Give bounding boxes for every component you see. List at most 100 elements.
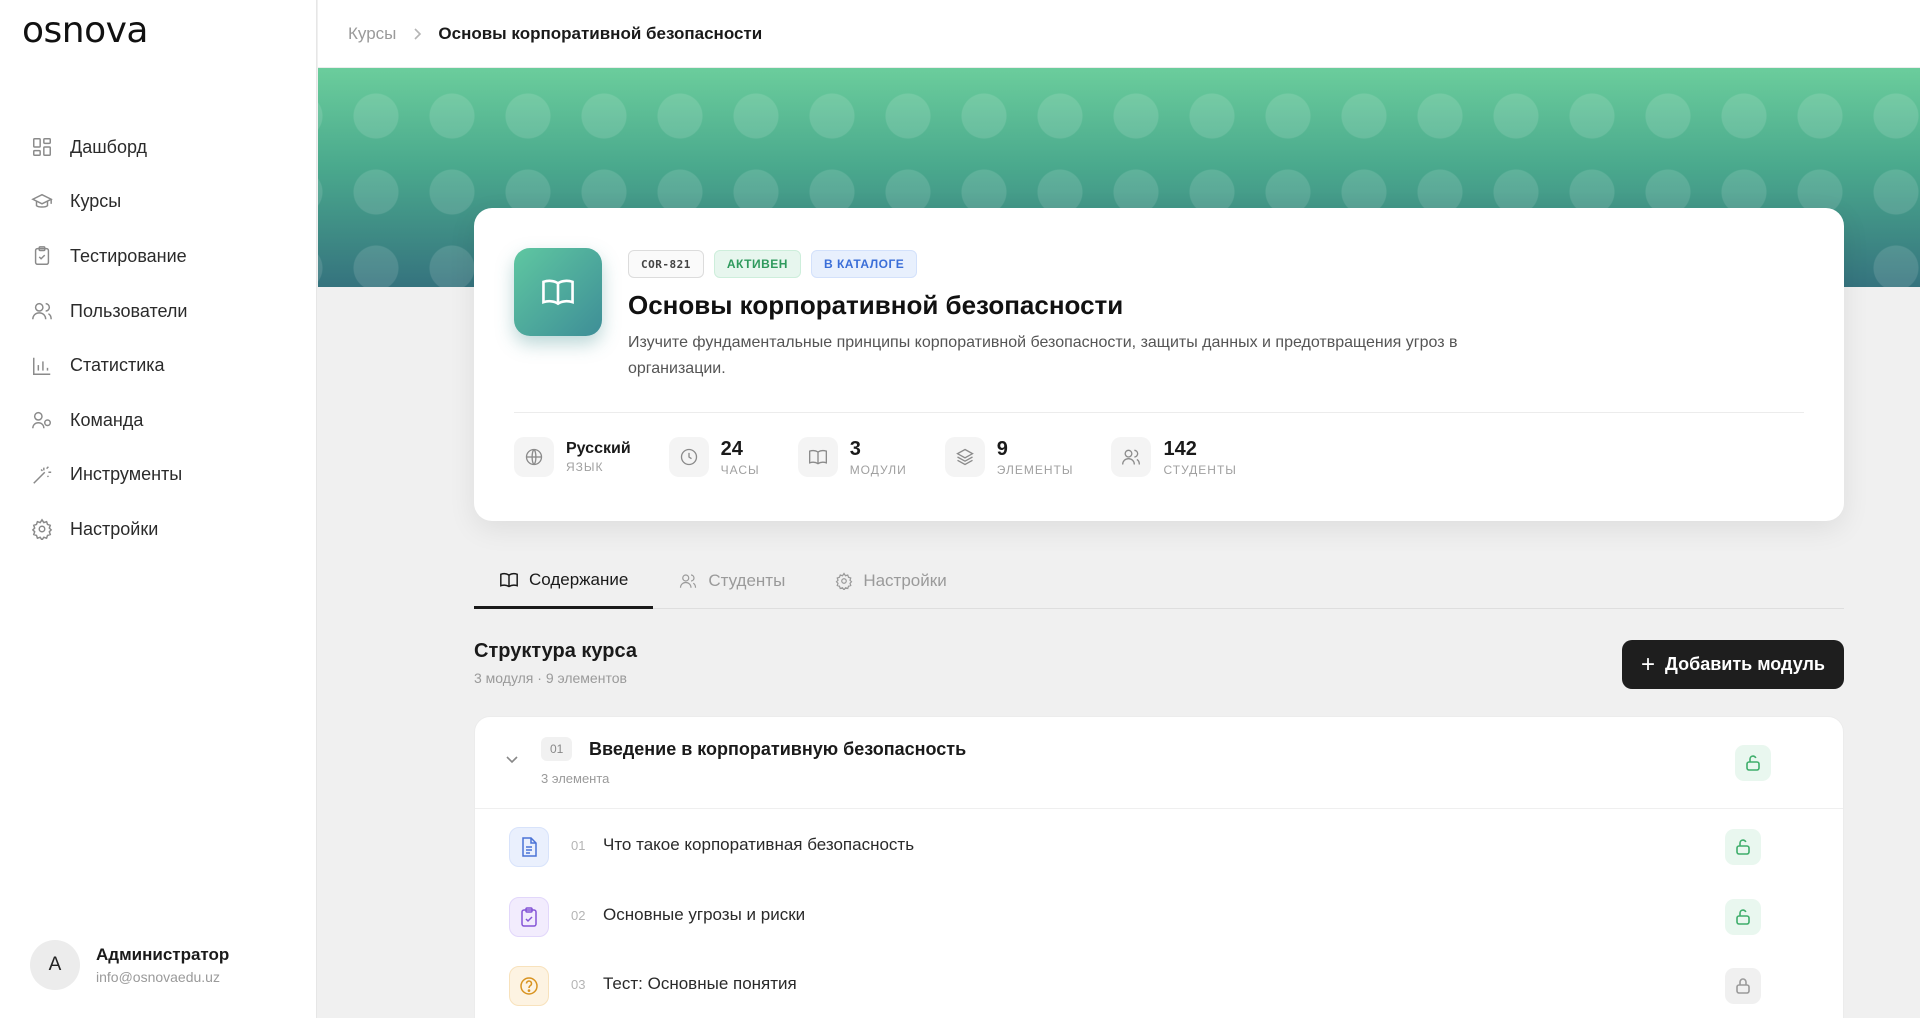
sidebar-item-statistics[interactable]: Статистика xyxy=(0,338,316,393)
course-card: COR-821 АКТИВЕН В КАТАЛОГЕ Основы корпор… xyxy=(474,208,1844,521)
sidebar-item-label: Пользователи xyxy=(70,300,188,321)
divider xyxy=(514,412,1804,413)
item-lock-button[interactable] xyxy=(1725,829,1761,865)
stat-value: 3 xyxy=(849,437,861,460)
sidebar-item-courses[interactable]: Курсы xyxy=(0,175,316,230)
structure-subtitle: 3 модуля · 9 элементов xyxy=(474,670,627,686)
tab-content[interactable]: Содержание xyxy=(474,553,654,609)
stat-value: Русский xyxy=(566,440,631,457)
sidebar-item-users[interactable]: Пользователи xyxy=(0,284,316,339)
layers-icon xyxy=(944,437,985,477)
item-title: Тест: Основные понятия xyxy=(603,974,797,993)
item-number: 03 xyxy=(571,977,586,992)
course-badges: COR-821 АКТИВЕН В КАТАЛОГЕ xyxy=(628,250,918,278)
item-number: 01 xyxy=(571,838,586,853)
sidebar-item-label: Курсы xyxy=(70,191,122,212)
users-icon xyxy=(678,572,698,590)
breadcrumb-courses-link[interactable]: Курсы xyxy=(348,24,396,44)
sidebar-item-dashboard[interactable]: Дашборд xyxy=(0,120,316,175)
stat-modules: 3 МОДУЛИ xyxy=(797,437,907,477)
sidebar-nav: Дашборд Курсы Тестирование Пользователи … xyxy=(0,120,316,557)
sidebar-item-label: Команда xyxy=(70,409,144,430)
stat-value: 142 xyxy=(1163,437,1197,460)
sidebar-item-label: Настройки xyxy=(70,518,159,539)
sidebar-item-label: Тестирование xyxy=(70,245,187,266)
clipboard-check-icon xyxy=(509,896,549,937)
catalog-badge: В КАТАЛОГЕ xyxy=(810,250,918,278)
item-title: Что такое корпоративная безопасность xyxy=(603,835,915,854)
module-header[interactable]: 01 Введение в корпоративную безопасность… xyxy=(475,717,1843,809)
tab-settings[interactable]: Настройки xyxy=(810,553,971,609)
item-lock-button[interactable] xyxy=(1725,898,1761,935)
plus-icon: + xyxy=(1641,650,1656,678)
item-title: Основные угрозы и риски xyxy=(603,904,806,924)
globe-icon xyxy=(514,437,554,477)
status-badge: АКТИВЕН xyxy=(713,250,801,278)
sidebar-item-tools[interactable]: Инструменты xyxy=(0,448,316,503)
unlock-icon xyxy=(1746,755,1760,771)
users-icon xyxy=(30,299,54,323)
sidebar: osnova Дашборд Курсы Тестирование Пользо… xyxy=(0,0,317,1018)
avatar: A xyxy=(30,940,80,990)
module-element-count: 3 элемента xyxy=(541,771,610,786)
user-profile[interactable]: A Администратор info@osnovaedu.uz xyxy=(30,940,229,990)
bar-chart-icon xyxy=(30,354,54,378)
tab-label: Настройки xyxy=(863,571,947,590)
unlock-icon xyxy=(1736,839,1750,855)
stat-hours: 24 ЧАСЫ xyxy=(668,437,760,477)
module-item[interactable]: 03 Тест: Основные понятия xyxy=(475,948,1843,1018)
unlock-icon xyxy=(1736,908,1750,925)
stat-language: Русский ЯЗЫК xyxy=(514,437,631,477)
stat-elements: 9 ЭЛЕМЕНТЫ xyxy=(944,437,1074,477)
question-circle-icon xyxy=(509,966,549,1006)
add-module-button[interactable]: + Добавить модуль xyxy=(1622,640,1844,689)
module-title: Введение в корпоративную безопасность xyxy=(589,739,967,759)
gear-icon xyxy=(30,517,54,541)
book-icon xyxy=(499,571,519,589)
tab-label: Студенты xyxy=(708,571,786,590)
graduation-cap-icon xyxy=(30,190,54,214)
course-tabs: Содержание Студенты Настройки xyxy=(474,553,1844,609)
stat-label: МОДУЛИ xyxy=(849,462,907,477)
course-stats: Русский ЯЗЫК 24 ЧАСЫ 3 МОДУЛИ 9 ЭЛЕМЕНТЫ… xyxy=(514,437,1275,477)
gear-icon xyxy=(835,572,853,590)
breadcrumb-current: Основы корпоративной безопасности xyxy=(438,23,763,43)
item-number: 02 xyxy=(571,907,586,923)
document-icon xyxy=(509,827,549,867)
sidebar-item-testing[interactable]: Тестирование xyxy=(0,229,316,284)
module-number: 01 xyxy=(541,737,573,761)
magic-wand-icon xyxy=(30,463,54,487)
stat-label: ЯЗЫК xyxy=(566,460,604,474)
structure-title: Структура курса xyxy=(474,640,637,662)
app-logo[interactable]: osnova xyxy=(22,10,149,51)
module-card: 01 Введение в корпоративную безопасность… xyxy=(474,716,1844,1018)
sidebar-item-label: Инструменты xyxy=(70,464,183,485)
book-icon xyxy=(797,437,838,477)
add-module-label: Добавить модуль xyxy=(1665,654,1825,674)
module-lock-button[interactable] xyxy=(1735,745,1771,781)
tab-label: Содержание xyxy=(529,569,629,589)
item-lock-button[interactable] xyxy=(1725,968,1761,1004)
chevron-down-icon[interactable] xyxy=(505,755,519,765)
sidebar-item-settings[interactable]: Настройки xyxy=(0,502,316,557)
sidebar-item-label: Статистика xyxy=(70,355,165,376)
stat-label: ЧАСЫ xyxy=(720,462,760,477)
stat-students: 142 СТУДЕНТЫ xyxy=(1111,437,1236,477)
module-item[interactable]: 01 Что такое корпоративная безопасность xyxy=(475,809,1843,879)
sidebar-item-label: Дашборд xyxy=(70,136,148,157)
tab-students[interactable]: Студенты xyxy=(653,553,810,609)
sidebar-item-team[interactable]: Команда xyxy=(0,393,316,448)
breadcrumb: Курсы Основы корпоративной безопасности xyxy=(318,0,1920,68)
chevron-right-icon xyxy=(412,27,422,41)
user-email: info@osnovaedu.uz xyxy=(96,969,220,985)
module-item[interactable]: 02 Основные угрозы и риски xyxy=(475,879,1843,949)
course-description: Изучите фундаментальные принципы корпора… xyxy=(628,334,1458,377)
team-icon xyxy=(30,408,54,432)
stat-value: 24 xyxy=(720,437,743,460)
lock-icon xyxy=(1736,978,1750,994)
stat-value: 9 xyxy=(996,437,1008,460)
stat-label: СТУДЕНТЫ xyxy=(1163,462,1237,477)
users-icon xyxy=(1111,437,1152,477)
clipboard-check-icon xyxy=(30,244,54,268)
dashboard-icon xyxy=(30,135,54,159)
